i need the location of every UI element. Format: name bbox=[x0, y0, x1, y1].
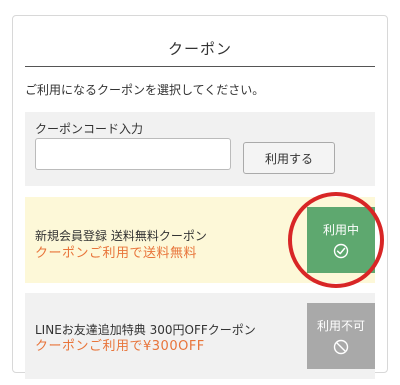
coupon-code-section: クーポンコード入力 利用する bbox=[25, 112, 375, 186]
check-circle-icon bbox=[333, 243, 349, 259]
coupon-card-shipping: 新規会員登録 送料無料クーポン クーポンご利用で送料無料 利用中 bbox=[25, 197, 375, 283]
apply-code-button[interactable]: 利用する bbox=[243, 142, 335, 174]
instruction-text: ご利用になるクーポンを選択してください。 bbox=[25, 83, 265, 97]
coupon-description: クーポンご利用で¥300OFF bbox=[35, 339, 205, 354]
coupon-status-label: 利用中 bbox=[322, 223, 359, 237]
coupon-code-label: クーポンコード入力 bbox=[35, 122, 144, 136]
coupon-panel: クーポン ご利用になるクーポンを選択してください。 クーポンコード入力 利用する… bbox=[12, 15, 388, 379]
coupon-status-label: 利用不可 bbox=[316, 319, 365, 333]
coupon-code-input[interactable] bbox=[35, 138, 231, 170]
coupon-unavailable-button[interactable]: 利用不可 bbox=[307, 303, 375, 369]
coupon-card-line: LINEお友達追加特典 300円OFFクーポン クーポンご利用で¥300OFF … bbox=[25, 293, 375, 379]
title-divider bbox=[25, 66, 375, 67]
panel-title: クーポン bbox=[167, 40, 232, 58]
coupon-description: クーポンご利用で送料無料 bbox=[35, 246, 198, 261]
coupon-in-use-button[interactable]: 利用中 bbox=[307, 207, 375, 273]
prohibited-icon bbox=[333, 339, 349, 355]
